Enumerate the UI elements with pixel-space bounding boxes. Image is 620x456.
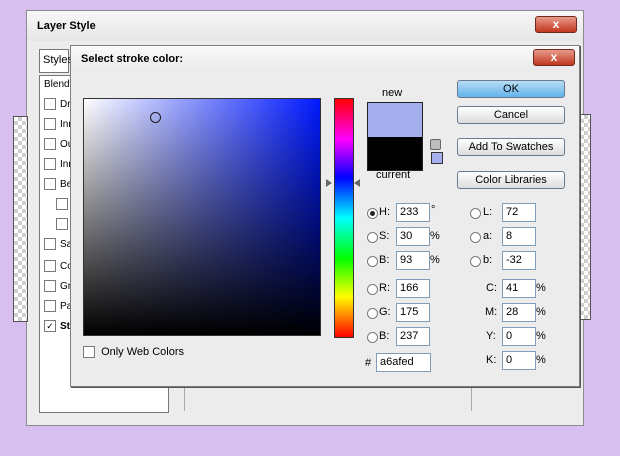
black-label: K:	[486, 354, 497, 366]
layer-style-title: Layer Style	[37, 20, 96, 32]
saturation-unit: %	[430, 230, 440, 242]
canvas-image-right	[579, 114, 591, 320]
color-libraries-button[interactable]: Color Libraries	[457, 171, 565, 189]
layer-style-checkbox[interactable]	[44, 118, 56, 131]
layer-style-item[interactable]: Inn	[44, 118, 74, 134]
styles-tab-label: Styles	[43, 54, 73, 66]
layer-style-checkbox[interactable]	[44, 178, 56, 191]
green-label: G:	[379, 306, 391, 318]
saturation-input[interactable]: 30	[396, 227, 430, 246]
styles-tab[interactable]: Styles	[39, 49, 73, 73]
layer-style-item[interactable]: Ou	[44, 138, 73, 154]
saturation-radio[interactable]	[367, 232, 378, 243]
color-field[interactable]	[83, 98, 321, 336]
cyan-input[interactable]: 41	[502, 279, 536, 298]
lab-a-input[interactable]: 8	[502, 227, 536, 246]
layer-style-item[interactable]: Sat	[44, 238, 75, 254]
hue-slider[interactable]	[334, 98, 354, 338]
web-safe-swatch[interactable]	[431, 152, 443, 164]
current-color-swatch[interactable]	[367, 137, 423, 171]
lab-a-label: a:	[483, 230, 493, 242]
lab-l-radio[interactable]	[470, 208, 481, 219]
green-radio[interactable]	[367, 308, 378, 319]
blue-input[interactable]: 237	[396, 327, 430, 346]
hex-label: #	[365, 357, 372, 369]
dialog-title: Select stroke color:	[81, 53, 184, 65]
layer-style-item[interactable]: Gra	[44, 280, 77, 296]
blue-label: B:	[379, 330, 390, 342]
brightness-input[interactable]: 93	[396, 251, 430, 270]
layer-style-item[interactable]	[56, 198, 68, 214]
layer-style-item[interactable]: Pat	[44, 300, 75, 316]
yellow-unit: %	[536, 330, 546, 342]
dialog-close-button[interactable]: x	[533, 49, 575, 66]
only-web-colors-checkbox[interactable]: Only Web Colors	[83, 346, 184, 359]
lab-b-radio[interactable]	[470, 256, 481, 267]
red-input[interactable]: 166	[396, 279, 430, 298]
hue-unit: °	[431, 204, 436, 216]
red-label: R:	[379, 282, 390, 294]
cyan-unit: %	[536, 282, 546, 294]
layer-style-item[interactable]: ✓ Str	[44, 320, 74, 336]
layer-style-checkbox[interactable]	[44, 98, 56, 111]
yellow-label: Y:	[486, 330, 496, 342]
ok-button[interactable]: OK	[457, 80, 565, 98]
hue-input[interactable]: 233	[396, 203, 430, 222]
dialog-titlebar: Select stroke color: x	[71, 46, 579, 70]
layer-style-item[interactable]: Bev	[44, 178, 77, 194]
black-input[interactable]: 0	[502, 351, 536, 370]
black-unit: %	[536, 354, 546, 366]
current-color-label: current	[376, 169, 411, 181]
layer-style-item[interactable]: Dro	[44, 98, 76, 114]
only-web-colors-box[interactable]	[83, 346, 95, 359]
red-radio[interactable]	[367, 284, 378, 295]
magenta-label: M:	[485, 306, 498, 318]
layer-style-checkbox[interactable]	[44, 280, 56, 293]
hue-slider-left-arrow-icon[interactable]	[326, 179, 332, 187]
layer-style-checkbox[interactable]	[44, 238, 56, 251]
new-color-label: new	[382, 87, 403, 99]
hue-slider-right-arrow-icon[interactable]	[354, 179, 360, 187]
lab-b-label: b:	[483, 254, 493, 266]
hex-input[interactable]: a6afed	[376, 353, 431, 372]
blue-radio[interactable]	[367, 332, 378, 343]
brightness-label: B:	[379, 254, 390, 266]
brightness-unit: %	[430, 254, 440, 266]
brightness-radio[interactable]	[367, 256, 378, 267]
layer-style-checkbox[interactable]	[44, 138, 56, 151]
lab-a-radio[interactable]	[470, 232, 481, 243]
gamut-warning-cube-icon[interactable]	[430, 139, 441, 150]
add-to-swatches-button[interactable]: Add To Swatches	[457, 138, 565, 156]
saturation-label: S:	[379, 230, 390, 242]
layer-style-checkbox[interactable]	[44, 158, 56, 171]
layer-style-checkbox[interactable]: ✓	[44, 320, 56, 333]
select-stroke-color-dialog: Select stroke color: x new current OK Ca…	[70, 45, 580, 387]
lab-l-label: L:	[483, 206, 493, 218]
layer-style-checkbox[interactable]	[44, 300, 56, 313]
layer-style-titlebar: Layer Style x	[27, 11, 583, 41]
layer-style-item[interactable]: Co	[44, 260, 73, 276]
new-color-swatch	[367, 102, 423, 137]
cancel-button[interactable]: Cancel	[457, 106, 565, 124]
layer-style-close-button[interactable]: x	[535, 16, 577, 33]
hue-label: H:	[379, 206, 390, 218]
cyan-label: C:	[486, 282, 497, 294]
magenta-input[interactable]: 28	[502, 303, 536, 322]
layer-style-item[interactable]	[56, 218, 68, 234]
only-web-colors-label: Only Web Colors	[101, 346, 184, 358]
magenta-unit: %	[536, 306, 546, 318]
hue-radio[interactable]	[367, 208, 378, 219]
color-picker-cursor[interactable]	[150, 112, 161, 123]
green-input[interactable]: 175	[396, 303, 430, 322]
layer-style-checkbox[interactable]	[56, 198, 68, 211]
lab-l-input[interactable]: 72	[502, 203, 536, 222]
canvas-image-left	[13, 116, 28, 322]
lab-b-input[interactable]: -32	[502, 251, 536, 270]
layer-style-checkbox[interactable]	[56, 218, 68, 231]
layer-style-item[interactable]: Inn	[44, 158, 74, 174]
layer-style-checkbox[interactable]	[44, 260, 56, 273]
yellow-input[interactable]: 0	[502, 327, 536, 346]
